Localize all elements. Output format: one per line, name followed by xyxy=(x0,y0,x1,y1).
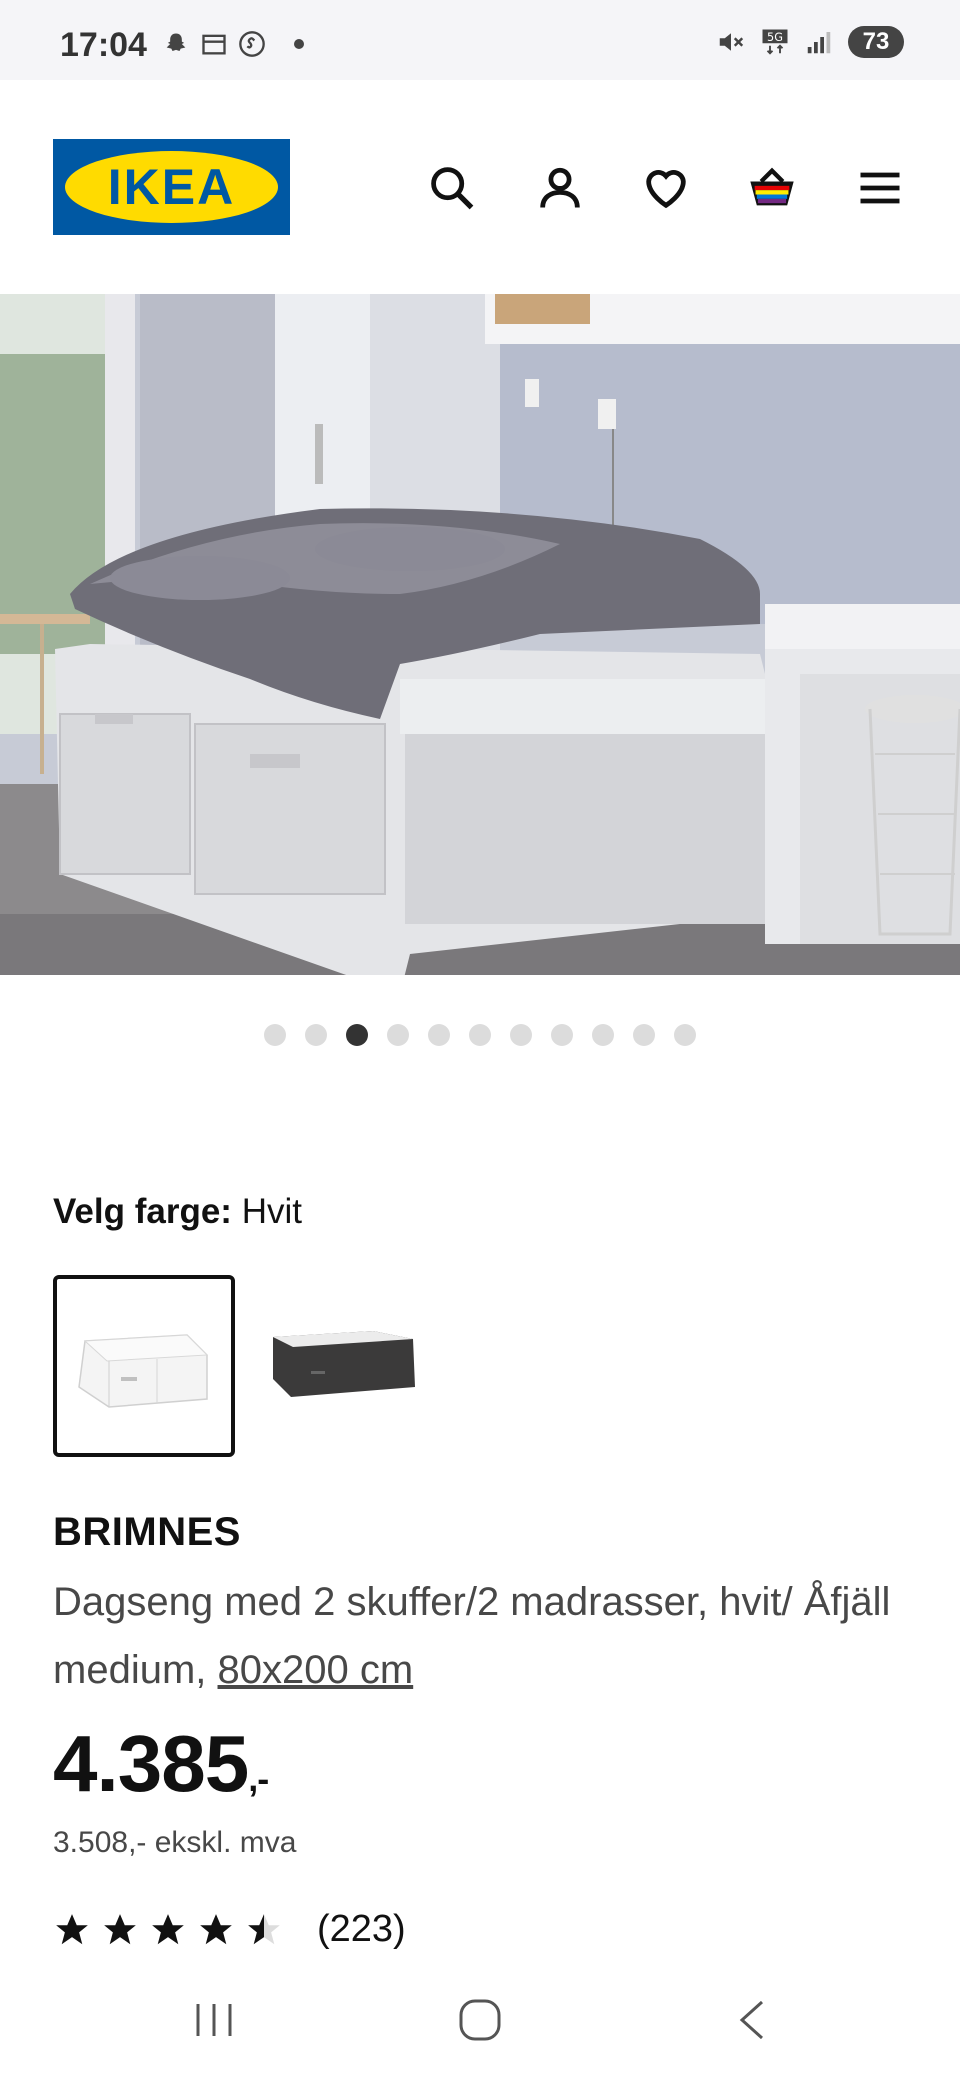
calendar-icon xyxy=(202,34,226,55)
star-icon xyxy=(56,1913,88,1944)
pager-dot[interactable] xyxy=(264,1024,286,1046)
search-icon[interactable] xyxy=(426,162,478,214)
menu-icon[interactable] xyxy=(854,162,906,214)
star-icon xyxy=(104,1913,136,1944)
color-option-white[interactable] xyxy=(53,1275,235,1457)
pager-dot[interactable] xyxy=(633,1024,655,1046)
size-link[interactable]: 80x200 cm xyxy=(218,1648,414,1692)
pager-dot[interactable] xyxy=(592,1024,614,1046)
price-value: 4.385 xyxy=(53,1719,249,1808)
pager-dot[interactable] xyxy=(387,1024,409,1046)
star-icon xyxy=(200,1913,232,1944)
color-label-prefix: Velg farge: xyxy=(53,1192,232,1231)
price-suffix: ,- xyxy=(248,1758,269,1799)
mute-icon xyxy=(719,33,744,51)
battery-indicator: 73 xyxy=(848,26,904,58)
product-name: BRIMNES xyxy=(53,1510,241,1554)
half-star-icon xyxy=(248,1913,280,1944)
status-time: 17:04 xyxy=(60,26,147,64)
home-icon[interactable] xyxy=(456,1996,504,2044)
pager-dot[interactable] xyxy=(674,1024,696,1046)
heart-icon[interactable] xyxy=(640,162,692,214)
rating[interactable]: (223) xyxy=(53,1908,406,1951)
5g-icon: 5G xyxy=(762,29,788,55)
product-image[interactable] xyxy=(0,294,960,975)
pager-dot[interactable] xyxy=(510,1024,532,1046)
pager-dot[interactable] xyxy=(469,1024,491,1046)
back-icon[interactable] xyxy=(730,1996,774,2044)
image-pager[interactable] xyxy=(0,1024,960,1046)
pager-dot[interactable] xyxy=(428,1024,450,1046)
signal-icon xyxy=(807,32,831,54)
price: 4.385,- xyxy=(53,1718,269,1810)
description-text: Dagseng med 2 skuffer/2 madrasser, hvit/… xyxy=(53,1580,891,1692)
star-icon xyxy=(152,1913,184,1944)
review-count[interactable]: (223) xyxy=(317,1908,406,1951)
shazam-icon xyxy=(239,31,265,57)
system-nav-bar xyxy=(0,1968,960,2080)
notification-dot xyxy=(294,39,304,49)
selected-color: Hvit xyxy=(241,1192,302,1231)
color-label: Velg farge: Hvit xyxy=(53,1192,302,1232)
account-icon[interactable] xyxy=(534,162,586,214)
recent-apps-icon[interactable] xyxy=(192,1998,236,2042)
product-description: Dagseng med 2 skuffer/2 madrasser, hvit/… xyxy=(53,1568,933,1704)
svg-text:5G: 5G xyxy=(767,31,783,44)
site-header: IKEA xyxy=(0,80,960,294)
pager-dot[interactable] xyxy=(551,1024,573,1046)
cart-icon[interactable] xyxy=(746,162,798,214)
status-bar: 17:04 5G 73 xyxy=(0,0,960,80)
pager-dot-active[interactable] xyxy=(346,1024,368,1046)
color-option-black-brown[interactable] xyxy=(253,1275,435,1457)
pager-dot[interactable] xyxy=(305,1024,327,1046)
ikea-logo[interactable]: IKEA xyxy=(53,139,290,235)
snapchat-icon xyxy=(166,33,186,51)
price-ex-vat: 3.508,- ekskl. mva xyxy=(53,1826,297,1859)
